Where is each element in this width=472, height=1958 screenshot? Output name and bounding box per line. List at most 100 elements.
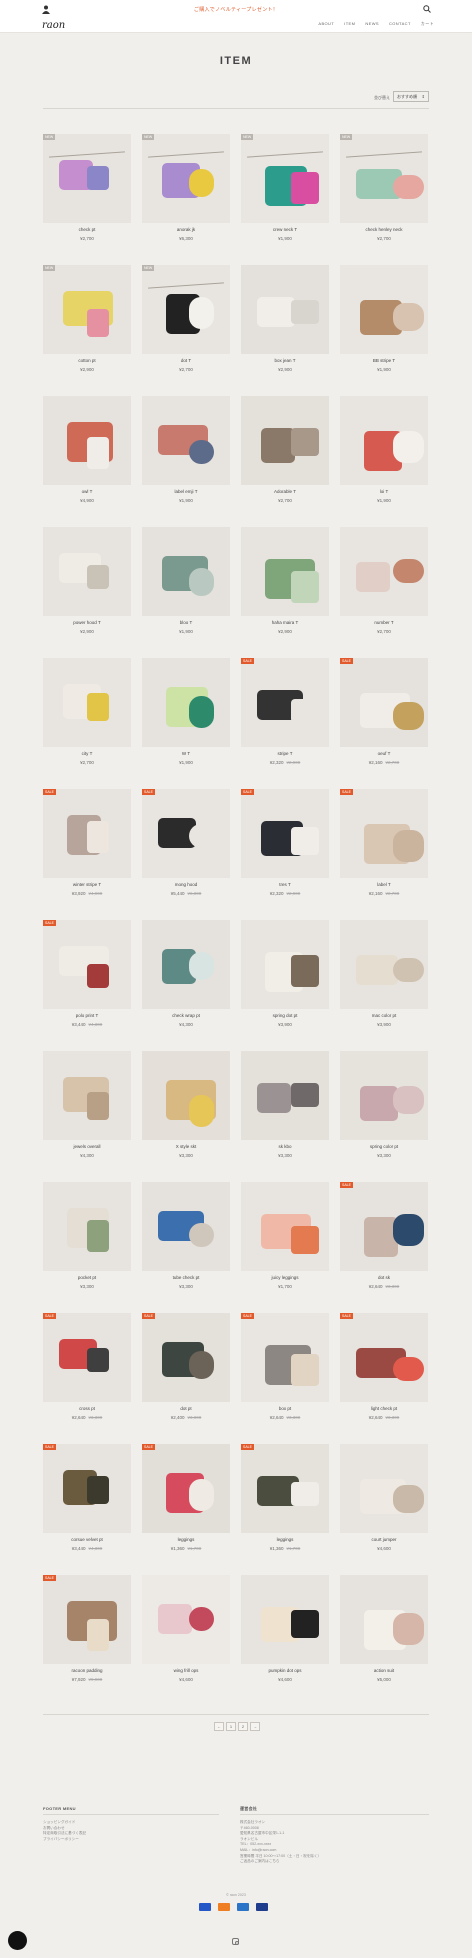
product-name[interactable]: dot T — [142, 358, 230, 363]
product-image[interactable] — [142, 920, 230, 1009]
product-image[interactable]: SALE — [340, 1182, 428, 1271]
product-card[interactable]: label emji T ¥1,900 — [142, 396, 230, 503]
product-card[interactable]: juicy leggings ¥1,700 — [241, 1182, 329, 1289]
product-image[interactable]: NEW — [43, 134, 131, 223]
nav-news[interactable]: NEWS — [365, 21, 379, 27]
product-image[interactable] — [241, 1051, 329, 1140]
product-name[interactable]: owl T — [43, 489, 131, 494]
product-image[interactable] — [340, 265, 428, 354]
product-image[interactable] — [142, 396, 230, 485]
product-image[interactable]: SALE — [340, 1313, 428, 1402]
product-image[interactable]: SALE — [43, 1444, 131, 1533]
product-name[interactable]: crew neck T — [241, 227, 329, 232]
product-image[interactable]: SALE — [142, 789, 230, 878]
product-name[interactable]: winter stripe T — [43, 882, 131, 887]
product-image[interactable]: SALE — [43, 1575, 131, 1664]
product-card[interactable]: NEW crew neck T ¥1,900 — [241, 134, 329, 241]
product-name[interactable]: pumpkin dot ops — [241, 1668, 329, 1673]
product-card[interactable]: SALE polo print T ¥3,440 ¥4,300 — [43, 920, 131, 1027]
product-name[interactable]: cotton pt — [43, 358, 131, 363]
shop-app-icon[interactable] — [8, 1931, 27, 1950]
product-card[interactable]: box jean T ¥2,900 — [241, 265, 329, 372]
product-name[interactable]: mong hood — [142, 882, 230, 887]
product-image[interactable]: SALE — [142, 1444, 230, 1533]
pager-next[interactable]: → — [250, 1722, 260, 1731]
product-card[interactable]: W T ¥1,900 — [142, 658, 230, 765]
product-name[interactable]: BB stripe T — [340, 358, 428, 363]
product-name[interactable]: action suit — [340, 1668, 428, 1673]
product-image[interactable]: NEW — [340, 134, 428, 223]
product-name[interactable]: tres T — [241, 882, 329, 887]
product-card[interactable]: SALE oeuf T ¥2,160 ¥2,700 — [340, 658, 428, 765]
product-image[interactable] — [142, 527, 230, 616]
product-card[interactable]: action suit ¥5,000 — [340, 1575, 428, 1682]
product-image[interactable]: SALE — [241, 658, 329, 747]
footer-link[interactable]: プライバシーポリシー — [43, 1837, 86, 1843]
product-card[interactable]: SALE racoon padding ¥7,920 ¥9,900 — [43, 1575, 131, 1682]
product-name[interactable]: box jean T — [241, 358, 329, 363]
product-card[interactable]: NEW check pt ¥2,700 — [43, 134, 131, 241]
product-name[interactable]: box pt — [241, 1406, 329, 1411]
product-card[interactable]: SALE leggings ¥1,360 ¥1,700 — [241, 1444, 329, 1551]
pager-prev[interactable]: ← — [214, 1722, 224, 1731]
sort-select[interactable]: おすすめ順 ⇕ — [393, 91, 429, 102]
product-name[interactable]: racoon padding — [43, 1668, 131, 1673]
product-image[interactable]: SALE — [241, 1444, 329, 1533]
product-image[interactable] — [43, 1051, 131, 1140]
product-card[interactable]: pumpkin dot ops ¥4,600 — [241, 1575, 329, 1682]
product-image[interactable] — [340, 920, 428, 1009]
product-image[interactable] — [43, 527, 131, 616]
product-name[interactable]: leggings — [142, 1537, 230, 1542]
product-image[interactable] — [43, 1182, 131, 1271]
product-image[interactable]: SALE — [43, 789, 131, 878]
product-name[interactable]: dot sk — [340, 1275, 428, 1280]
product-name[interactable]: stripe T — [241, 751, 329, 756]
product-name[interactable]: spring dot pt — [241, 1013, 329, 1018]
product-name[interactable]: check henley neck — [340, 227, 428, 232]
product-image[interactable]: SALE — [340, 658, 428, 747]
product-name[interactable]: dot pt — [142, 1406, 230, 1411]
product-image[interactable] — [340, 1444, 428, 1533]
product-image[interactable]: NEW — [241, 134, 329, 223]
product-name[interactable]: spring color pt — [340, 1144, 428, 1149]
product-card[interactable]: NEW anorak jk ¥6,300 — [142, 134, 230, 241]
product-card[interactable]: SALE stripe T ¥2,320 ¥2,900 — [241, 658, 329, 765]
product-image[interactable] — [241, 1575, 329, 1664]
product-image[interactable]: NEW — [142, 265, 230, 354]
product-card[interactable]: pocket pt ¥3,300 — [43, 1182, 131, 1289]
product-card[interactable]: jewels overall ¥4,300 — [43, 1051, 131, 1158]
product-card[interactable]: haha maira T ¥2,900 — [241, 527, 329, 634]
product-card[interactable]: NEW cotton pt ¥2,900 — [43, 265, 131, 372]
product-card[interactable]: SALE winter stripe T ¥3,920 ¥4,900 — [43, 789, 131, 896]
product-card[interactable]: SALE label T ¥2,160 ¥2,700 — [340, 789, 428, 896]
product-image[interactable] — [241, 265, 329, 354]
product-name[interactable]: juicy leggings — [241, 1275, 329, 1280]
product-name[interactable]: loi T — [340, 489, 428, 494]
product-card[interactable]: SALE dot sk ¥2,640 ¥3,300 — [340, 1182, 428, 1289]
site-logo[interactable]: raon — [42, 20, 65, 31]
product-card[interactable]: bloo T ¥1,900 — [142, 527, 230, 634]
product-image[interactable]: SALE — [43, 1313, 131, 1402]
product-card[interactable]: power hood T ¥2,900 — [43, 527, 131, 634]
product-name[interactable]: check pt — [43, 227, 131, 232]
product-name[interactable]: label emji T — [142, 489, 230, 494]
product-card[interactable]: spring dot pt ¥3,900 — [241, 920, 329, 1027]
product-card[interactable]: city T ¥2,700 — [43, 658, 131, 765]
search-icon[interactable] — [423, 5, 431, 13]
product-image[interactable]: SALE — [340, 789, 428, 878]
nav-about[interactable]: ABOUT — [318, 21, 334, 27]
product-image[interactable] — [142, 658, 230, 747]
product-name[interactable]: polo print T — [43, 1013, 131, 1018]
product-card[interactable]: owl T ¥4,900 — [43, 396, 131, 503]
product-name[interactable]: wing frill ops — [142, 1668, 230, 1673]
product-image[interactable]: SALE — [142, 1313, 230, 1402]
product-image[interactable] — [241, 396, 329, 485]
product-name[interactable]: check wrap pt — [142, 1013, 230, 1018]
product-image[interactable] — [142, 1575, 230, 1664]
product-card[interactable]: Adorable T ¥2,700 — [241, 396, 329, 503]
product-name[interactable]: oeuf T — [340, 751, 428, 756]
product-card[interactable]: mac color pt ¥3,900 — [340, 920, 428, 1027]
product-name[interactable]: label T — [340, 882, 428, 887]
product-image[interactable]: NEW — [43, 265, 131, 354]
product-name[interactable]: power hood T — [43, 620, 131, 625]
